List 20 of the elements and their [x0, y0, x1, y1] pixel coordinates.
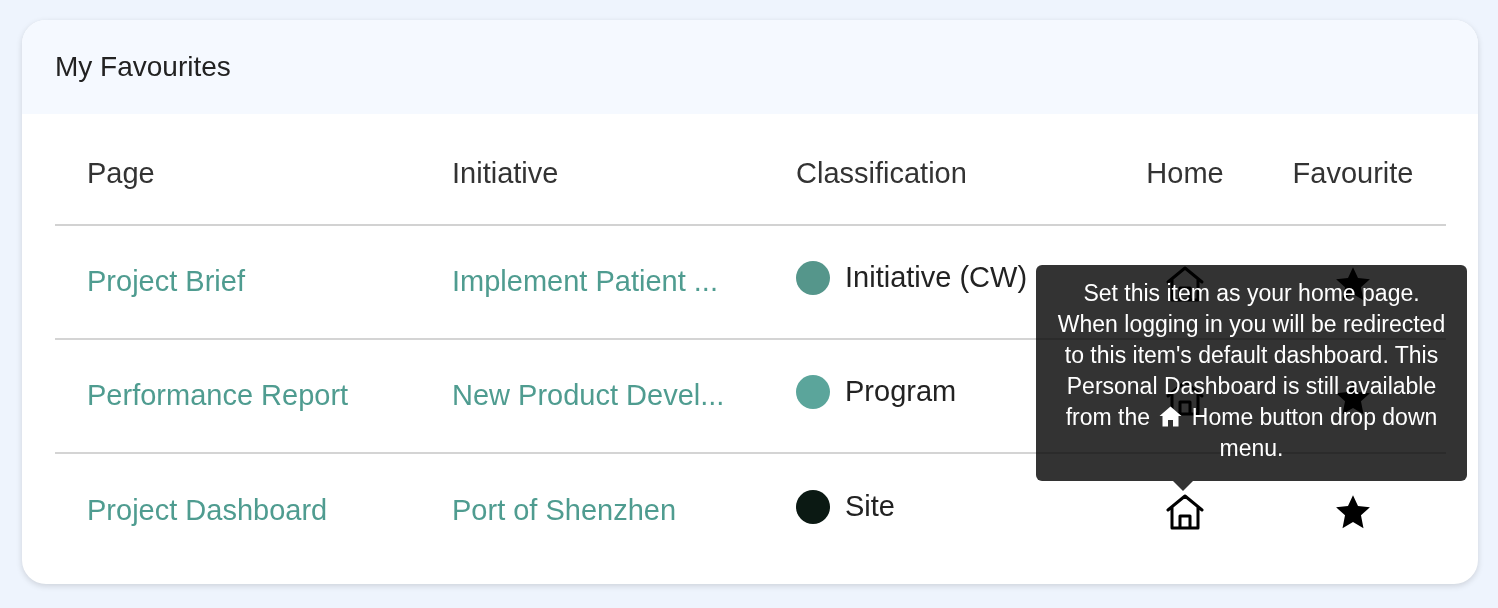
classification-text: Program [845, 374, 957, 410]
tooltip-text: from the [1065, 404, 1151, 430]
column-header: Classification [764, 132, 1110, 225]
column-header: Home [1110, 132, 1260, 225]
column-header: Initiative [420, 132, 764, 225]
page-link[interactable]: Performance Report [87, 379, 349, 412]
column-header: Page [55, 132, 420, 225]
page-link[interactable]: Project Brief [87, 265, 245, 298]
tooltip-text: Home button drop down menu. [1191, 404, 1438, 461]
star-icon[interactable] [1334, 494, 1372, 531]
initiative-link[interactable]: Implement Patient ... [452, 265, 718, 298]
initiative-link[interactable]: Port of Shenzhen [452, 493, 677, 526]
classification-text: Site [845, 488, 895, 524]
column-header: Favourite [1260, 132, 1446, 225]
house-icon[interactable] [1165, 493, 1205, 532]
initiative-link[interactable]: New Product Devel... [452, 379, 725, 412]
house-icon [1159, 406, 1183, 427]
page-link[interactable]: Project Dashboard [87, 493, 328, 526]
classification-text: Initiative (CW) [845, 260, 1028, 296]
card-title: My Favourites [55, 50, 231, 84]
